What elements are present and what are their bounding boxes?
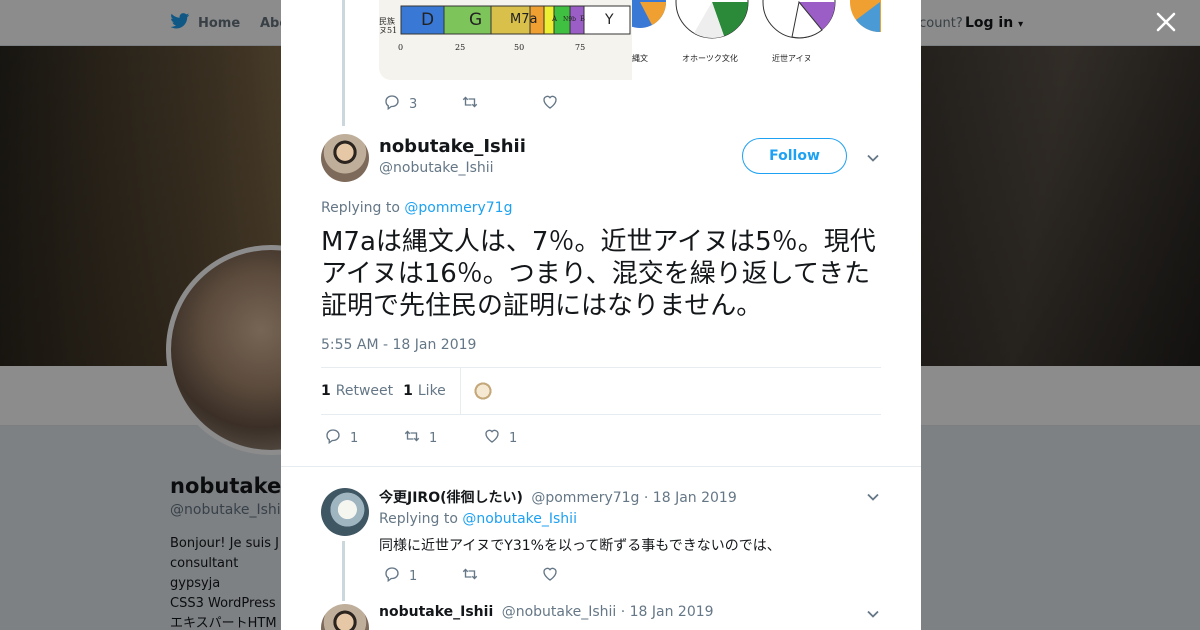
replying-to-link[interactable]: @nobutake_Ishii [462,511,577,527]
author-handle[interactable]: @nobutake_Ishii [379,160,494,176]
reply-icon [383,565,401,587]
haplogroup-bar-image: 民族 ヌ51 D G M7a A N9b B Y 0 25 50 75 [379,0,632,80]
heart-icon [483,427,501,449]
tweet-text: M7aは縄文人は、7％。近世アイヌは5％。現代アイヌは16％。つまり、混交を繰り… [321,227,876,321]
retweet-icon [403,427,421,449]
replying-to-link[interactable]: @pommery71g [404,200,512,216]
replying-to-line: Replying to @pommery71g [321,200,512,216]
likes-count: 1 [403,383,413,399]
stats-divider [459,368,461,414]
segment-label: Y [605,12,614,28]
close-icon[interactable] [1153,11,1179,37]
tweet-timestamp[interactable]: 5:55 AM - 18 Jan 2019 [321,337,476,353]
reply-count: 3 [409,96,418,112]
like-button[interactable] [541,93,559,115]
chevron-down-icon[interactable] [866,489,880,503]
retweets-label[interactable]: Retweet [336,383,393,399]
like-button[interactable]: 1 [483,427,517,449]
tweet-permalink-modal: 民族 ヌ51 D G M7a A N9b B Y 0 25 50 75 縄文 オ… [281,0,921,630]
segment-label: N9b [563,16,576,23]
reply-icon [324,427,342,449]
like-count: 1 [509,430,518,446]
pie-caption: オホーツク文化 [682,54,738,63]
pie-caption: 近世アイヌ [772,54,812,63]
section-divider [281,466,921,467]
heart-icon [541,565,559,587]
retweets-count: 1 [321,383,331,399]
follow-button[interactable]: Follow [742,138,847,174]
reply-date[interactable]: · 18 Jan 2019 [644,490,737,506]
reply-author-handle[interactable]: @pommery71g [531,490,639,506]
reply-date[interactable]: · 18 Jan 2019 [621,604,714,620]
retweet-count: 1 [429,430,438,446]
reply-icon [383,93,401,115]
heart-icon [541,93,559,115]
reply-author-handle[interactable]: @nobutake_Ishii [502,604,617,620]
tick-label: 75 [575,43,586,52]
liker-avatar[interactable] [472,381,493,401]
retweet-icon [461,565,479,587]
thread-connector [342,0,345,126]
reply-count: 1 [409,568,418,584]
reply-button[interactable]: 3 [383,93,461,115]
author-avatar[interactable] [321,134,369,182]
reply-button[interactable]: 1 [324,427,403,449]
retweet-button[interactable]: 1 [403,427,483,449]
tick-label: 50 [514,43,525,52]
reply-author-avatar[interactable] [321,488,369,536]
haplogroup-pie-image: 縄文 オホーツク文化 近世アイヌ [614,0,881,80]
reply-actions: 1 [383,565,559,587]
pie-caption: 縄文 [632,54,648,63]
retweet-button[interactable] [461,565,541,587]
reply-button[interactable]: 1 [383,565,461,587]
reply-header: 今更JIRO(徘徊したい) @pommery71g · 18 Jan 2019 [379,487,737,507]
like-button[interactable] [541,565,559,587]
replying-to-line: Replying to @nobutake_Ishii [379,511,577,527]
tweet-stats: 1 Retweet 1 Like [321,367,881,415]
reply-count: 1 [350,430,359,446]
reply-header: nobutake_Ishii @nobutake_Ishii · 18 Jan … [379,604,714,620]
reply-text: 同様に近世アイヌでY31%を以って断ずる事もできないのでは、 [379,538,781,554]
author-name[interactable]: nobutake_Ishii [379,136,526,157]
likes-label[interactable]: Like [418,383,446,399]
replying-prefix: Replying to [379,511,458,527]
replying-prefix: Replying to [321,200,400,216]
main-tweet-actions: 1 1 1 [324,427,517,449]
segment-label: D [421,10,435,30]
tick-label: 25 [455,43,466,52]
previous-tweet-actions: 3 [383,93,559,115]
segment-label: A [552,15,558,23]
tweet-media-image[interactable]: 民族 ヌ51 D G M7a A N9b B Y 0 25 50 75 縄文 オ… [379,0,881,80]
chevron-down-icon[interactable] [866,150,880,164]
chevron-down-icon[interactable] [866,606,880,620]
row-label: ヌ51 [379,26,398,35]
reply-author-name[interactable]: nobutake_Ishii [379,604,493,620]
segment-label: B [580,15,586,23]
segment-label: G [469,10,483,30]
reply-author-avatar[interactable] [321,604,369,630]
reply-author-name[interactable]: 今更JIRO(徘徊したい) [379,490,523,506]
retweet-icon [461,93,479,115]
retweet-button[interactable] [461,93,541,115]
thread-connector [342,541,345,601]
segment-label: M7a [510,12,538,27]
tick-label: 0 [398,43,404,52]
